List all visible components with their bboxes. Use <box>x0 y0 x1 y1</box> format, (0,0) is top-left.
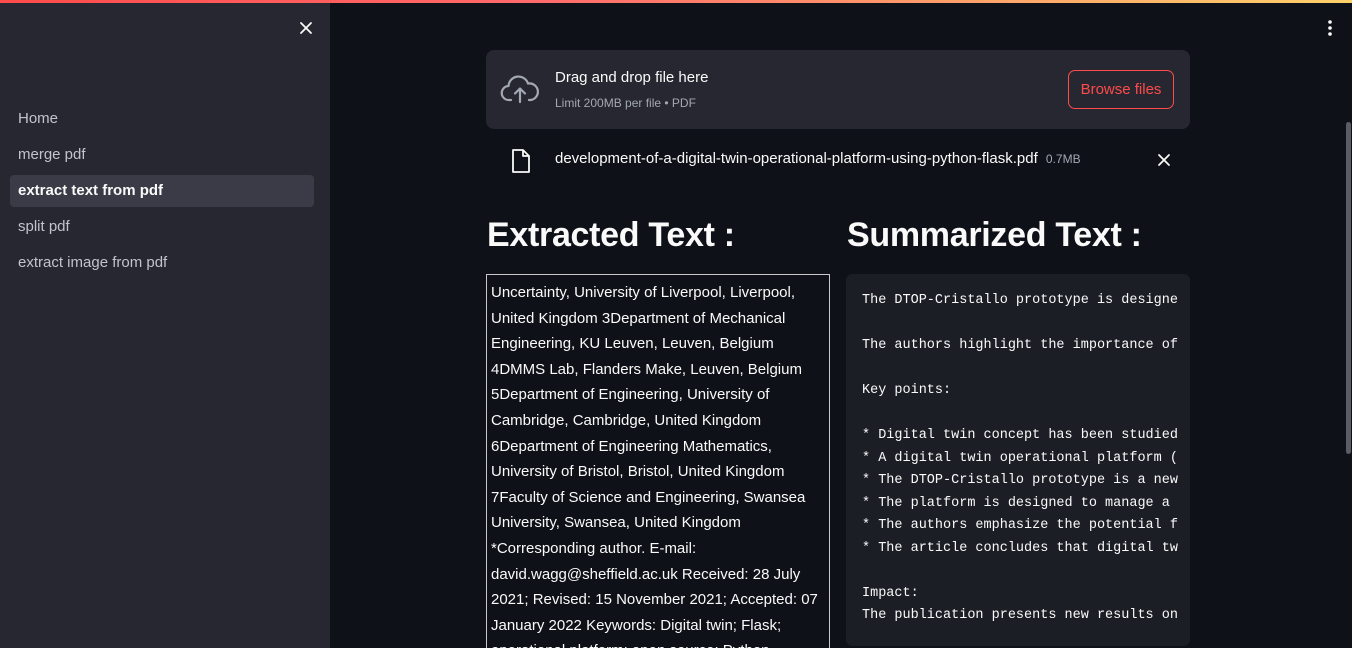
sidebar: Home merge pdf extract text from pdf spl… <box>0 0 330 648</box>
extracted-text-heading: Extracted Text : <box>487 216 735 254</box>
vertical-dots-icon[interactable] <box>1320 18 1340 38</box>
summarized-text-heading: Summarized Text : <box>847 216 1142 254</box>
sidebar-item-split-pdf[interactable]: split pdf <box>10 211 314 243</box>
close-icon[interactable] <box>296 18 316 38</box>
dropzone-limit-text: Limit 200MB per file • PDF <box>555 96 696 110</box>
summarized-text-box[interactable]: The DTOP-Cristallo prototype is designe … <box>846 274 1190 646</box>
file-name-text: development-of-a-digital-twin-operationa… <box>555 150 1038 167</box>
dropzone-title: Drag and drop file here <box>555 69 709 86</box>
main-scrollbar[interactable] <box>1346 122 1351 454</box>
remove-file-icon[interactable] <box>1156 152 1172 168</box>
cloud-upload-icon <box>500 74 540 104</box>
file-dropzone[interactable]: Drag and drop file here Limit 200MB per … <box>486 50 1190 129</box>
top-decoration-bar <box>0 0 1352 3</box>
browse-files-button[interactable]: Browse files <box>1068 70 1174 109</box>
file-size: 0.7MB <box>1045 152 1081 166</box>
summarized-text-content: The DTOP-Cristallo prototype is designe … <box>862 293 1178 623</box>
sidebar-item-home[interactable]: Home <box>10 103 314 135</box>
file-icon <box>510 148 532 174</box>
uploaded-file-name: development-of-a-digital-twin-operationa… <box>555 150 1081 167</box>
sidebar-item-merge-pdf[interactable]: merge pdf <box>10 139 314 171</box>
extracted-text-content: Uncertainty, University of Liverpool, Li… <box>491 284 818 648</box>
sidebar-nav: Home merge pdf extract text from pdf spl… <box>10 103 314 283</box>
extracted-text-box[interactable]: Uncertainty, University of Liverpool, Li… <box>486 274 830 648</box>
sidebar-item-extract-image[interactable]: extract image from pdf <box>10 247 314 279</box>
uploaded-file-row: development-of-a-digital-twin-operationa… <box>486 140 1190 180</box>
sidebar-item-extract-text[interactable]: extract text from pdf <box>10 175 314 207</box>
